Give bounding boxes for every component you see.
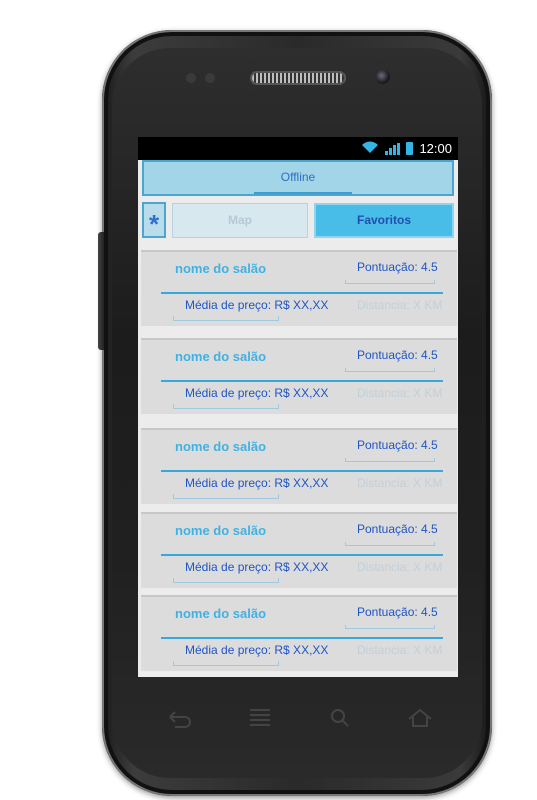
salon-price: Média de preço: R$ XX,XX xyxy=(185,386,329,400)
score-underline xyxy=(345,280,435,284)
front-camera xyxy=(376,70,390,84)
salon-name: nome do salão xyxy=(175,523,267,538)
card-divider xyxy=(161,380,443,382)
salon-score: Pontuação: 4.5 xyxy=(357,605,438,619)
score-underline xyxy=(345,625,435,629)
salon-card[interactable]: nome do salão Pontuação: 4.5 Média de pr… xyxy=(141,338,457,414)
earpiece-speaker xyxy=(250,71,346,85)
price-underline xyxy=(173,404,279,409)
salon-name: nome do salão xyxy=(175,261,267,276)
score-underline xyxy=(345,542,435,546)
salon-card[interactable]: nome do salão Pontuação: 4.5 Média de pr… xyxy=(141,595,457,671)
app-bar: Offline xyxy=(142,160,454,196)
score-underline xyxy=(345,368,435,372)
tabs-row: * Map Favoritos xyxy=(142,200,454,242)
salon-distance: Distancia: X KM xyxy=(357,476,443,490)
status-time: 12:00 xyxy=(419,141,452,156)
salon-distance: Distancia: X KM xyxy=(357,386,443,400)
tab-indicator xyxy=(254,192,352,194)
price-underline xyxy=(173,316,279,321)
salon-distance: Distancia: X KM xyxy=(357,560,443,574)
salon-name: nome do salão xyxy=(175,606,267,621)
status-bar: 12:00 xyxy=(138,137,458,160)
salon-score: Pontuação: 4.5 xyxy=(357,348,438,362)
back-icon[interactable] xyxy=(160,704,200,738)
screen: 12:00 Offline * Map Favoritos nome do sa… xyxy=(138,137,458,677)
salon-card[interactable]: nome do salão Pontuação: 4.5 Média de pr… xyxy=(141,512,457,588)
salon-score: Pontuação: 4.5 xyxy=(357,260,438,274)
salon-card[interactable]: nome do salão Pontuação: 4.5 Média de pr… xyxy=(141,250,457,326)
hardware-nav-bar xyxy=(140,704,460,738)
price-underline xyxy=(173,578,279,583)
price-underline xyxy=(173,494,279,499)
star-button[interactable]: * xyxy=(142,202,166,239)
menu-icon[interactable] xyxy=(240,704,280,738)
home-icon[interactable] xyxy=(400,704,440,738)
battery-icon xyxy=(406,142,414,155)
tab-favoritos[interactable]: Favoritos xyxy=(314,203,454,238)
card-divider xyxy=(161,292,443,294)
salon-name: nome do salão xyxy=(175,349,267,364)
salon-name: nome do salão xyxy=(175,439,267,454)
card-divider xyxy=(161,637,443,639)
salon-distance: Distancia: X KM xyxy=(357,643,443,657)
proximity-sensor xyxy=(186,73,196,83)
salon-price: Média de preço: R$ XX,XX xyxy=(185,476,329,490)
tab-offline[interactable]: Offline xyxy=(144,170,452,184)
score-underline xyxy=(345,458,435,462)
light-sensor xyxy=(205,73,215,83)
card-divider xyxy=(161,554,443,556)
salon-card[interactable]: nome do salão Pontuação: 4.5 Média de pr… xyxy=(141,428,457,504)
salon-score: Pontuação: 4.5 xyxy=(357,438,438,452)
salon-distance: Distancia: X KM xyxy=(357,298,443,312)
search-icon[interactable] xyxy=(320,704,360,738)
signal-icon xyxy=(385,142,401,155)
card-divider xyxy=(161,470,443,472)
volume-button xyxy=(98,232,104,350)
tab-map[interactable]: Map xyxy=(172,203,308,238)
wifi-icon xyxy=(361,141,379,157)
price-underline xyxy=(173,661,279,666)
salon-price: Média de preço: R$ XX,XX xyxy=(185,298,329,312)
salon-score: Pontuação: 4.5 xyxy=(357,522,438,536)
salon-price: Média de preço: R$ XX,XX xyxy=(185,643,329,657)
salon-price: Média de preço: R$ XX,XX xyxy=(185,560,329,574)
